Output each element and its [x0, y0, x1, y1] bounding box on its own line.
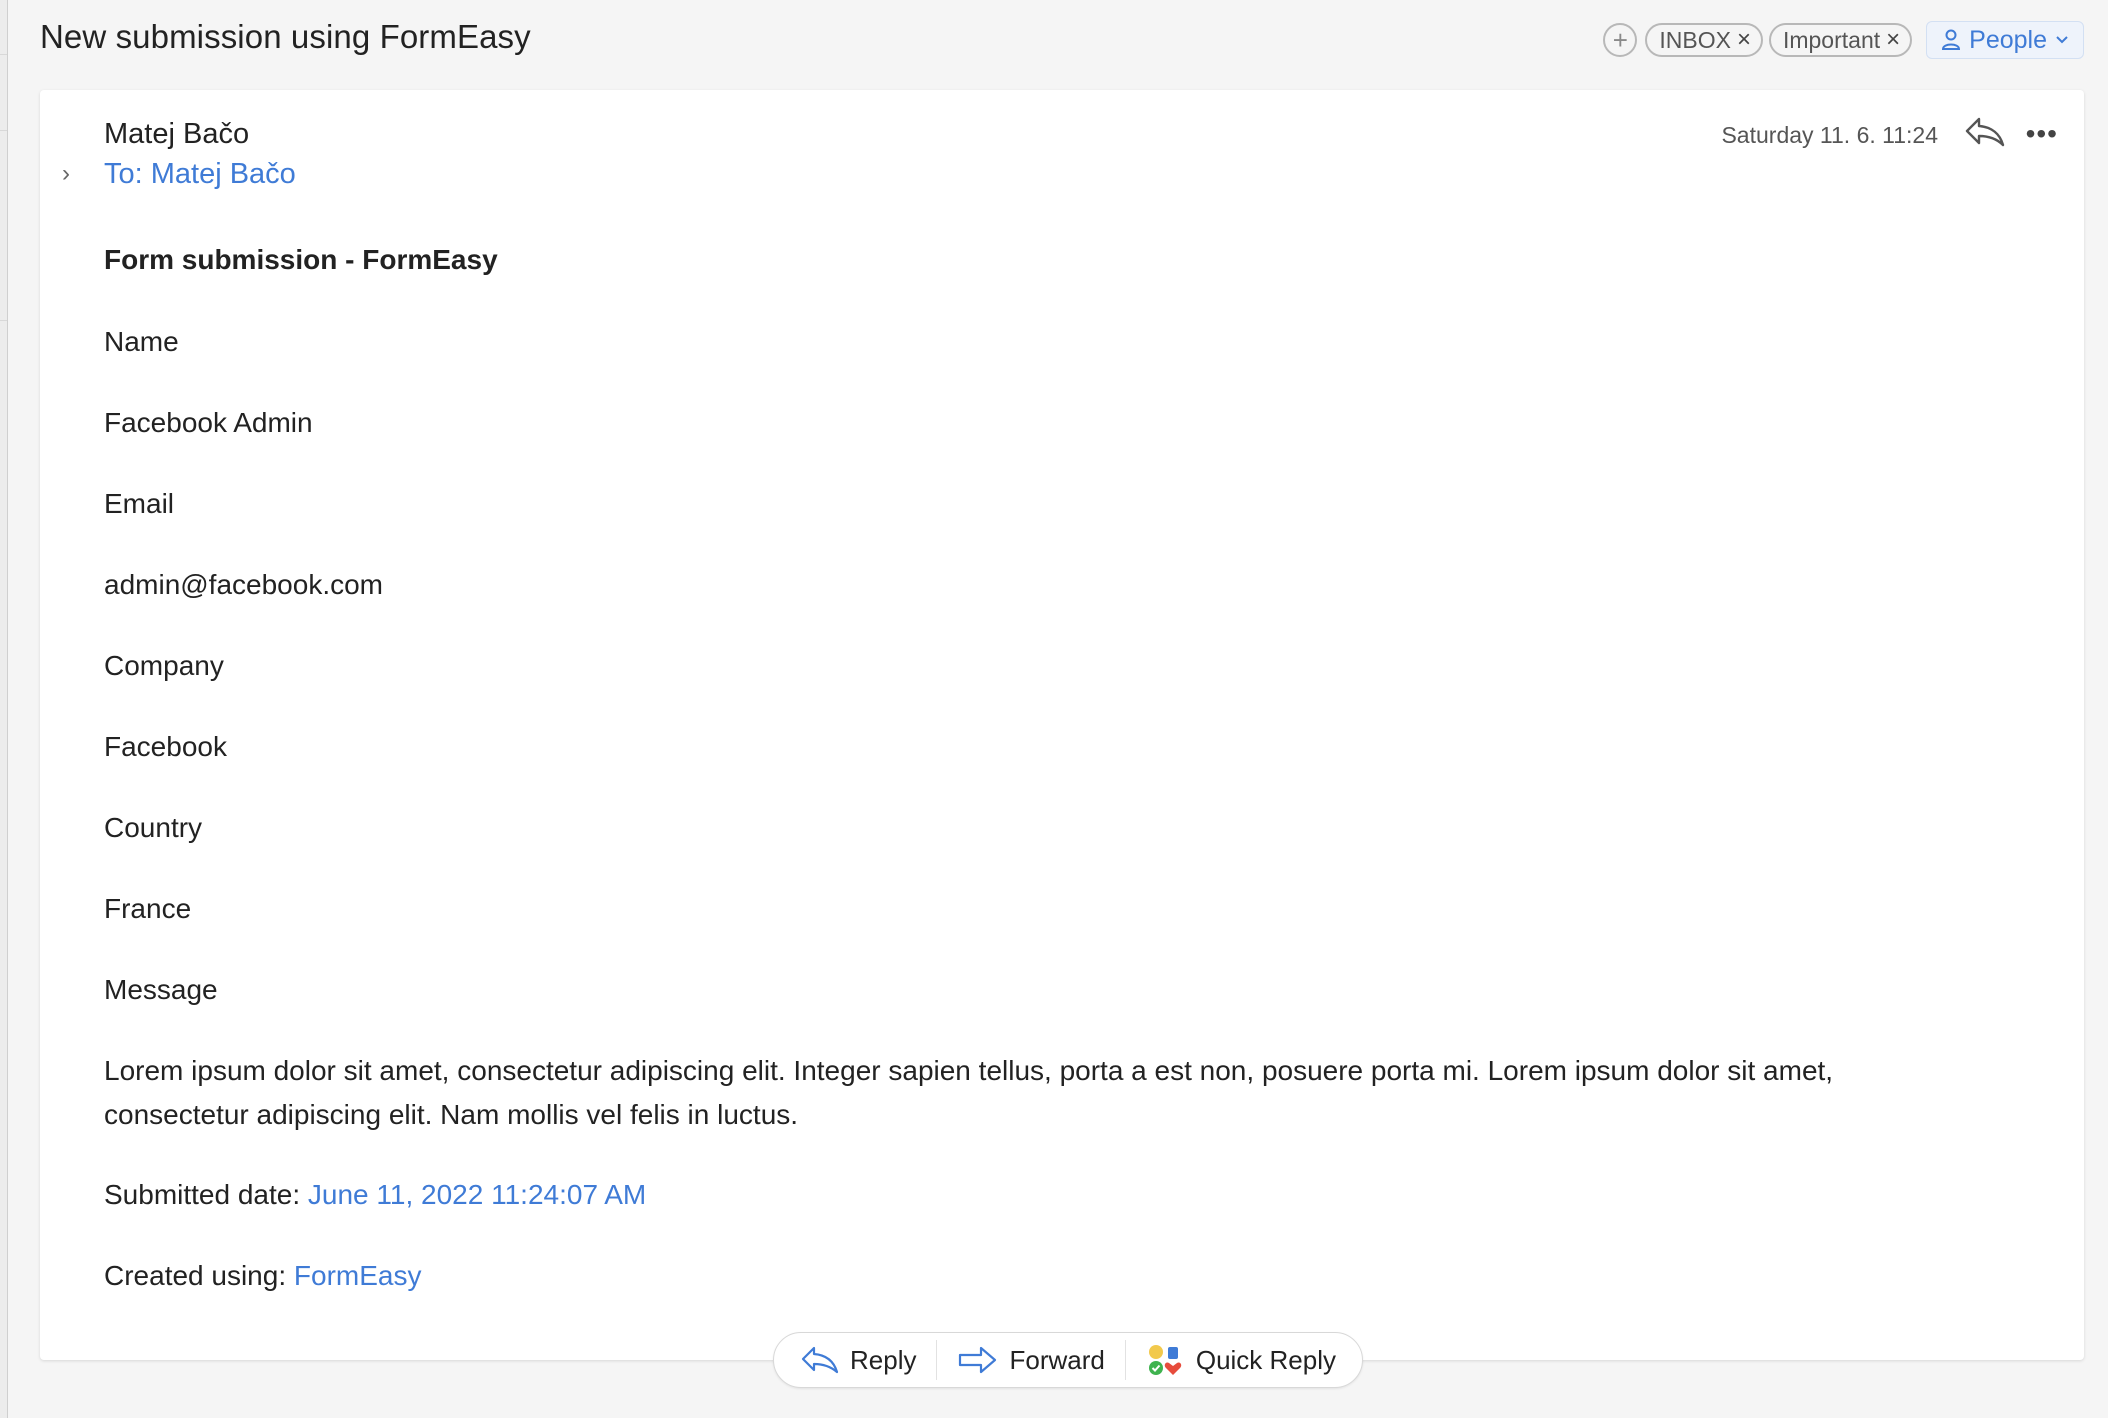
tag-important[interactable]: Important ×: [1768, 23, 1913, 57]
forward-button[interactable]: Forward: [937, 1340, 1124, 1380]
email-subject: New submission using FormEasy: [40, 18, 531, 55]
message-label: Message: [104, 974, 218, 1005]
people-button[interactable]: People: [1926, 21, 2084, 59]
message-date: Saturday 11. 6. 11:24: [1721, 122, 1938, 148]
country-label: Country: [104, 812, 203, 843]
chevron-right-icon[interactable]: ›: [62, 160, 70, 188]
tag-bar: + INBOX × Important × People: [1603, 21, 2084, 59]
email-label: Email: [104, 488, 175, 519]
tag-label: Important: [1782, 26, 1881, 53]
company-value: Facebook: [104, 731, 227, 762]
forward-icon: [959, 1346, 997, 1374]
recipient-line[interactable]: To: Matej Bačo: [104, 158, 296, 191]
email-value-link[interactable]: admin@facebook.com: [104, 563, 383, 607]
person-icon: [1942, 29, 1961, 50]
action-bar: Reply Forward Quick Reply: [773, 1332, 1363, 1388]
left-panel-edge: [0, 0, 8, 1418]
quick-reply-icon: [1148, 1345, 1182, 1375]
quick-reply-button[interactable]: Quick Reply: [1126, 1340, 1356, 1380]
close-icon[interactable]: ×: [1886, 26, 1900, 54]
add-tag-button[interactable]: +: [1603, 23, 1638, 57]
created-using-line: Created using: FormEasy: [104, 1254, 421, 1298]
name-label: Name: [104, 326, 179, 357]
plus-icon: +: [1612, 25, 1628, 55]
quick-reply-label: Quick Reply: [1195, 1344, 1336, 1375]
sender-name: Matej Bačo: [104, 118, 250, 150]
company-label: Company: [104, 650, 224, 681]
more-icon[interactable]: •••: [2026, 118, 2058, 150]
reply-icon[interactable]: [1964, 116, 2006, 153]
formeasy-link[interactable]: FormEasy: [294, 1260, 422, 1291]
message-card: Matej Bačo › To: Matej Bačo Saturday 11.…: [40, 90, 2084, 1360]
people-label: People: [1969, 25, 2047, 54]
reply-label: Reply: [850, 1344, 917, 1375]
submitted-date-line: Submitted date: June 11, 2022 11:24:07 A…: [104, 1173, 646, 1217]
country-value: France: [104, 893, 192, 924]
created-prefix: Created using:: [104, 1260, 294, 1291]
reply-button[interactable]: Reply: [780, 1340, 936, 1380]
submitted-prefix: Submitted date:: [104, 1179, 308, 1210]
submitted-date-link[interactable]: June 11, 2022 11:24:07 AM: [308, 1179, 646, 1210]
forward-label: Forward: [1009, 1344, 1105, 1375]
name-value: Facebook Admin: [104, 407, 313, 438]
chevron-down-icon: [2056, 36, 2068, 44]
message-value: Lorem ipsum dolor sit amet, consectetur …: [104, 1055, 1834, 1130]
reply-icon: [801, 1346, 839, 1374]
tag-inbox[interactable]: INBOX ×: [1645, 23, 1763, 57]
close-icon[interactable]: ×: [1737, 26, 1751, 54]
form-heading: Form submission - FormEasy: [104, 244, 498, 275]
tag-label: INBOX: [1659, 26, 1731, 53]
